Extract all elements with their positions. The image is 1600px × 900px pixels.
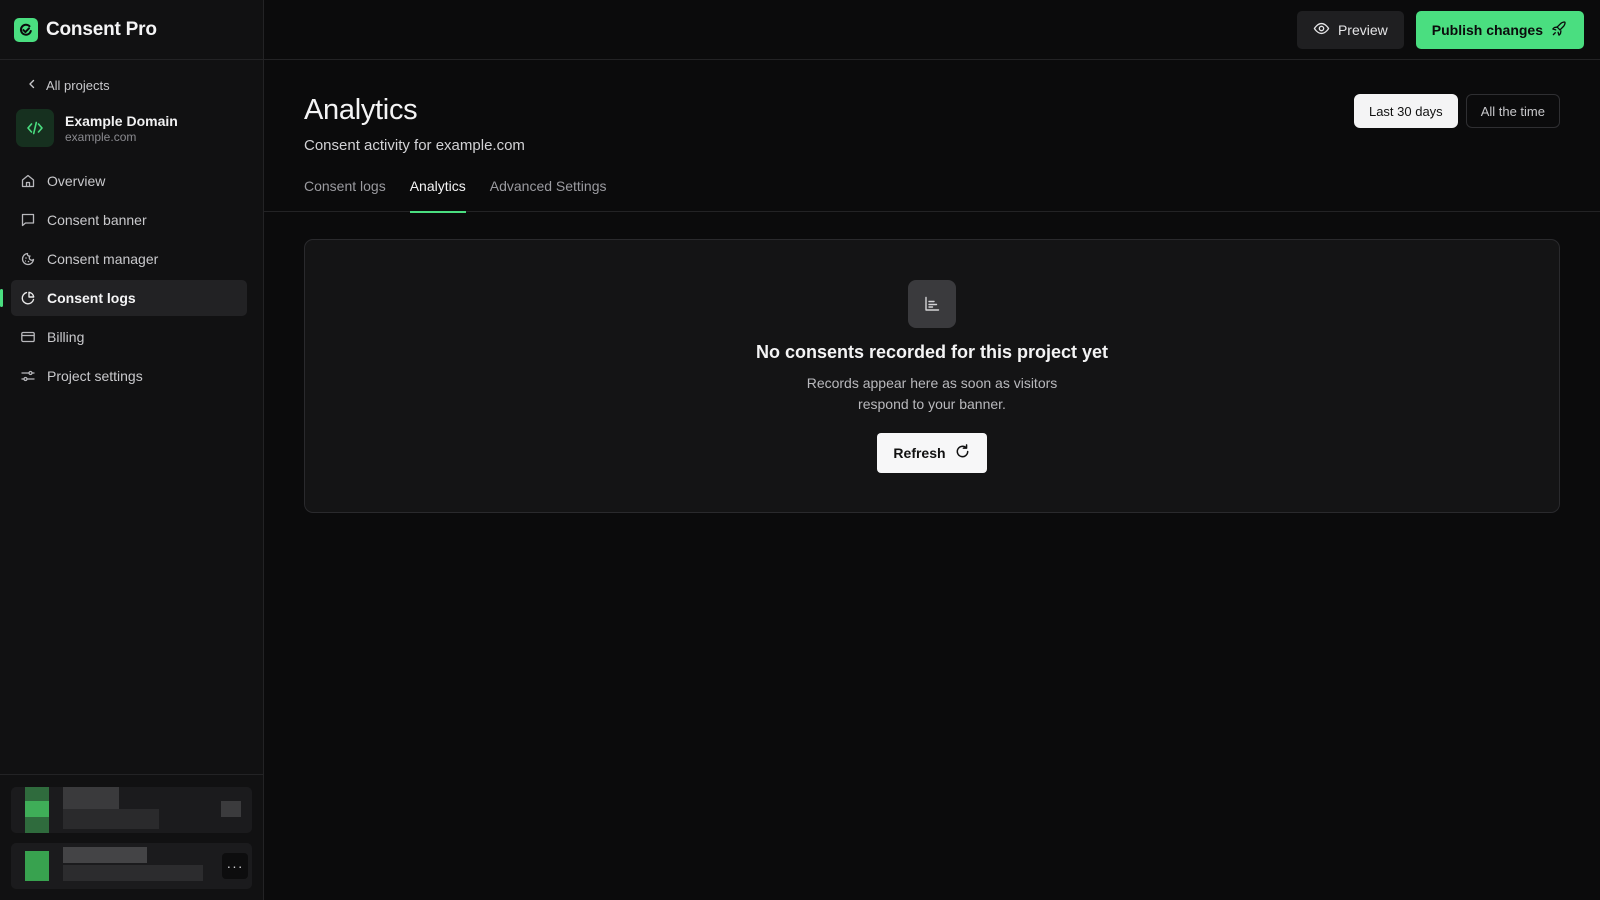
empty-state-card: No consents recorded for this project ye… [304, 239, 1560, 513]
sidebar-item-consent-banner[interactable]: Consent banner [11, 202, 247, 238]
consent-pro-logo-icon [14, 17, 38, 42]
empty-state-description: Records appear here as soon as visitors … [806, 375, 1058, 412]
publish-label: Publish changes [1431, 21, 1543, 38]
sidebar: Consent Pro All projects Example Domain … [0, 0, 264, 900]
cookie-icon [19, 250, 37, 268]
message-square-icon [19, 211, 37, 229]
home-icon [19, 172, 37, 190]
redacted-block [63, 865, 203, 881]
refresh-label: Refresh [893, 445, 946, 461]
eye-icon [1313, 20, 1330, 40]
sidebar-item-consent-manager[interactable]: Consent manager [11, 241, 247, 277]
redacted-block [63, 809, 159, 829]
sidebar-item-project-settings[interactable]: Project settings [11, 358, 247, 394]
pie-chart-icon [19, 289, 37, 307]
brand-name: Consent Pro [46, 18, 157, 40]
user-card-blurred[interactable]: ··· [11, 843, 252, 889]
redacted-block [63, 847, 147, 863]
sidebar-item-label: Consent logs [47, 290, 136, 306]
chart-icon [908, 280, 956, 328]
publish-changes-button[interactable]: Publish changes [1415, 10, 1584, 49]
refresh-icon [954, 443, 971, 463]
sidebar-item-label: Billing [47, 329, 85, 345]
range-last-30-days[interactable]: Last 30 days [1353, 94, 1458, 128]
rocket-icon [1551, 20, 1568, 40]
sidebar-item-label: Consent manager [47, 251, 159, 267]
code-icon [16, 109, 54, 147]
more-options-button[interactable]: ··· [222, 853, 248, 879]
preview-label: Preview [1337, 21, 1388, 38]
preview-button[interactable]: Preview [1296, 10, 1404, 49]
project-name: Example Domain [65, 112, 178, 129]
sidebar-item-overview[interactable]: Overview [11, 163, 247, 199]
refresh-button[interactable]: Refresh [877, 433, 987, 473]
credit-card-icon [19, 328, 37, 346]
app-root: Consent Pro All projects Example Domain … [0, 0, 1600, 900]
all-projects-label: All projects [46, 78, 110, 93]
workspace-card-blurred[interactable] [11, 787, 252, 833]
project-domain: example.com [65, 129, 137, 144]
avatar-highlight [25, 801, 49, 817]
tab-bar: Consent logs Analytics Advanced Settings [264, 174, 1600, 213]
sliders-icon [19, 367, 37, 385]
page-subtitle: Consent activity for example.com [304, 137, 525, 154]
page-header: Analytics Consent activity for example.c… [264, 60, 1600, 154]
avatar [25, 851, 49, 881]
date-range-toggle: Last 30 days All the time [1353, 94, 1560, 128]
project-info: Example Domain example.com [65, 113, 178, 144]
redacted-block [63, 787, 119, 809]
sidebar-item-label: Overview [47, 173, 106, 189]
sidebar-footer: ··· [0, 774, 263, 900]
empty-state-title: No consents recorded for this project ye… [755, 342, 1109, 362]
redacted-block [221, 801, 241, 817]
sidebar-item-label: Consent banner [47, 212, 147, 228]
tab-consent-logs[interactable]: Consent logs [304, 174, 386, 212]
topbar: Preview Publish changes [264, 0, 1600, 60]
sidebar-item-consent-logs[interactable]: Consent logs [0, 280, 247, 316]
range-all-time[interactable]: All the time [1465, 94, 1560, 128]
project-switcher[interactable]: Example Domain example.com [16, 109, 263, 147]
chevron-left-icon [26, 78, 38, 93]
brand[interactable]: Consent Pro [0, 0, 263, 60]
sidebar-item-billing[interactable]: Billing [11, 319, 247, 355]
all-projects-link[interactable]: All projects [26, 78, 263, 93]
sidebar-nav: Overview Consent banner Consent manager … [0, 163, 263, 394]
tab-analytics[interactable]: Analytics [409, 174, 466, 213]
sidebar-item-label: Project settings [47, 368, 143, 384]
main-content: Preview Publish changes Analytics Consen… [264, 0, 1600, 900]
tab-advanced-settings[interactable]: Advanced Settings [490, 174, 607, 212]
